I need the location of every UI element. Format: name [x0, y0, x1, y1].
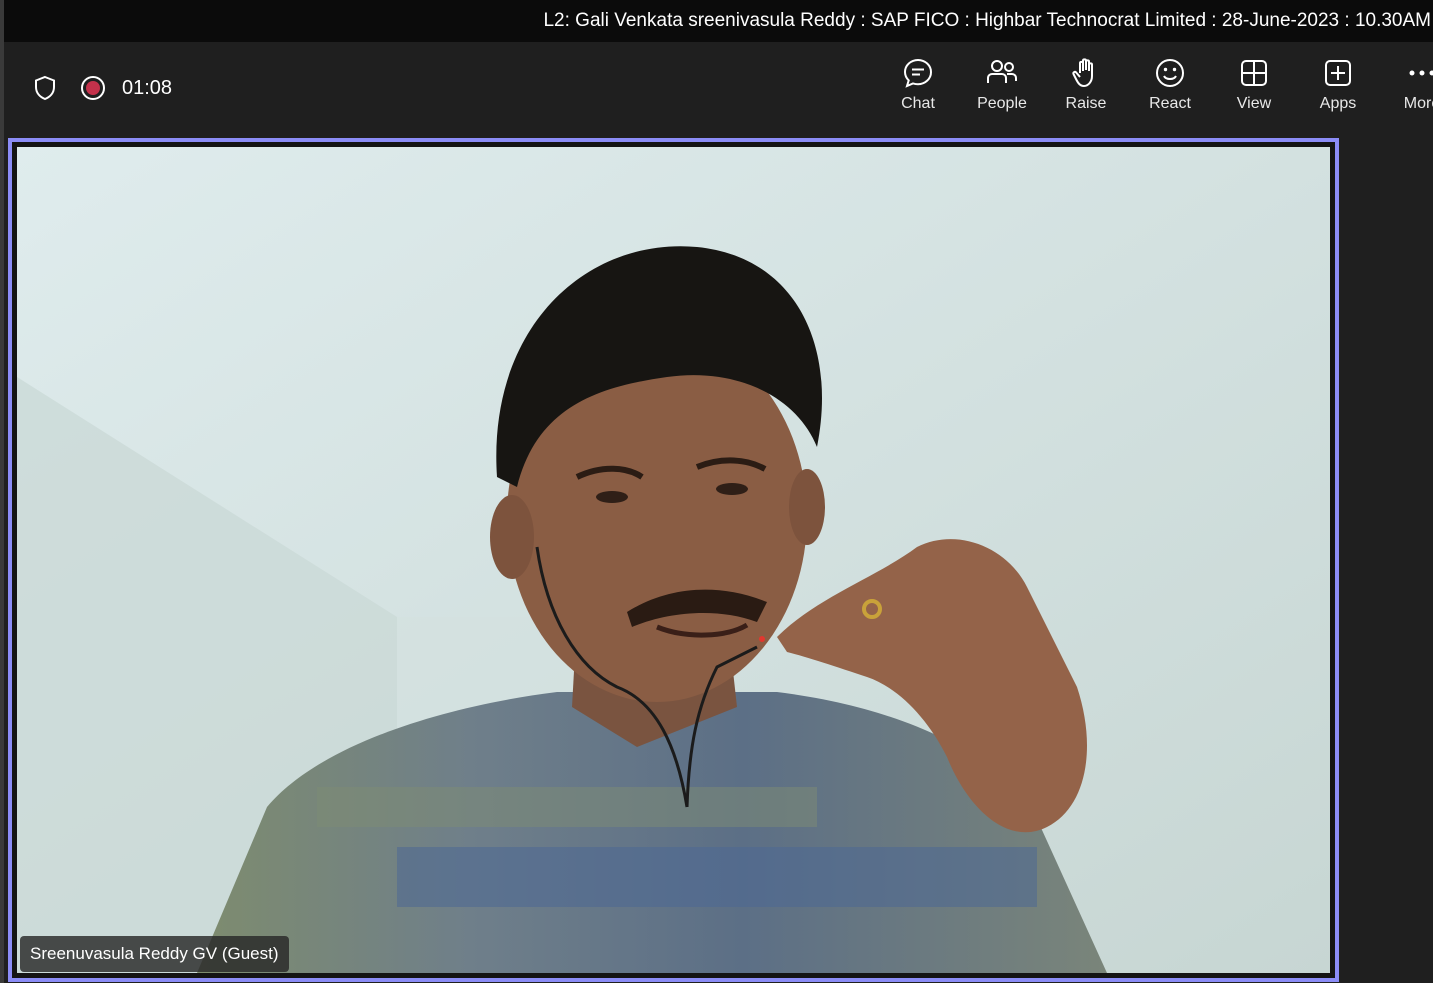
- people-label: People: [977, 95, 1027, 112]
- participant-video-image: [17, 147, 1330, 973]
- grid-view-icon: [1237, 56, 1271, 90]
- react-label: React: [1149, 95, 1191, 112]
- react-button[interactable]: React: [1128, 56, 1212, 122]
- chat-button[interactable]: Chat: [876, 56, 960, 122]
- raise-hand-button[interactable]: Raise: [1044, 56, 1128, 122]
- chat-label: Chat: [901, 95, 935, 112]
- recording-icon: [80, 75, 106, 101]
- raise-label: Raise: [1065, 95, 1107, 112]
- participant-video-tile[interactable]: [8, 138, 1339, 982]
- more-icon: [1405, 56, 1433, 90]
- people-button[interactable]: People: [960, 56, 1044, 122]
- meeting-title: L2: Gali Venkata sreenivasula Reddy : SA…: [543, 10, 1431, 31]
- chat-icon: [901, 56, 935, 90]
- meeting-timer: 01:08: [122, 76, 173, 99]
- meeting-toolbar: 01:08 Chat People Raise React View Apps …: [0, 42, 1433, 134]
- meeting-title-bar: L2: Gali Venkata sreenivasula Reddy : SA…: [0, 0, 1433, 42]
- apps-label: Apps: [1319, 95, 1357, 112]
- more-label: More: [1403, 95, 1433, 112]
- participant-name: Sreenuvasula Reddy GV (Guest): [30, 944, 279, 963]
- meeting-actions: Chat People Raise React View Apps Mor: [876, 56, 1433, 122]
- participant-video-feed: [17, 147, 1330, 973]
- add-apps-icon: [1321, 56, 1355, 90]
- stage-right-rail: [1343, 134, 1433, 983]
- apps-button[interactable]: Apps: [1296, 56, 1380, 122]
- meeting-status: 01:08: [32, 42, 172, 134]
- people-icon: [985, 56, 1019, 90]
- smiley-icon: [1153, 56, 1187, 90]
- view-label: View: [1236, 95, 1272, 112]
- shield-icon[interactable]: [32, 75, 58, 101]
- participant-name-tag: Sreenuvasula Reddy GV (Guest): [20, 936, 289, 972]
- raise-hand-icon: [1069, 56, 1103, 90]
- view-button[interactable]: View: [1212, 56, 1296, 122]
- more-button[interactable]: More: [1380, 56, 1433, 122]
